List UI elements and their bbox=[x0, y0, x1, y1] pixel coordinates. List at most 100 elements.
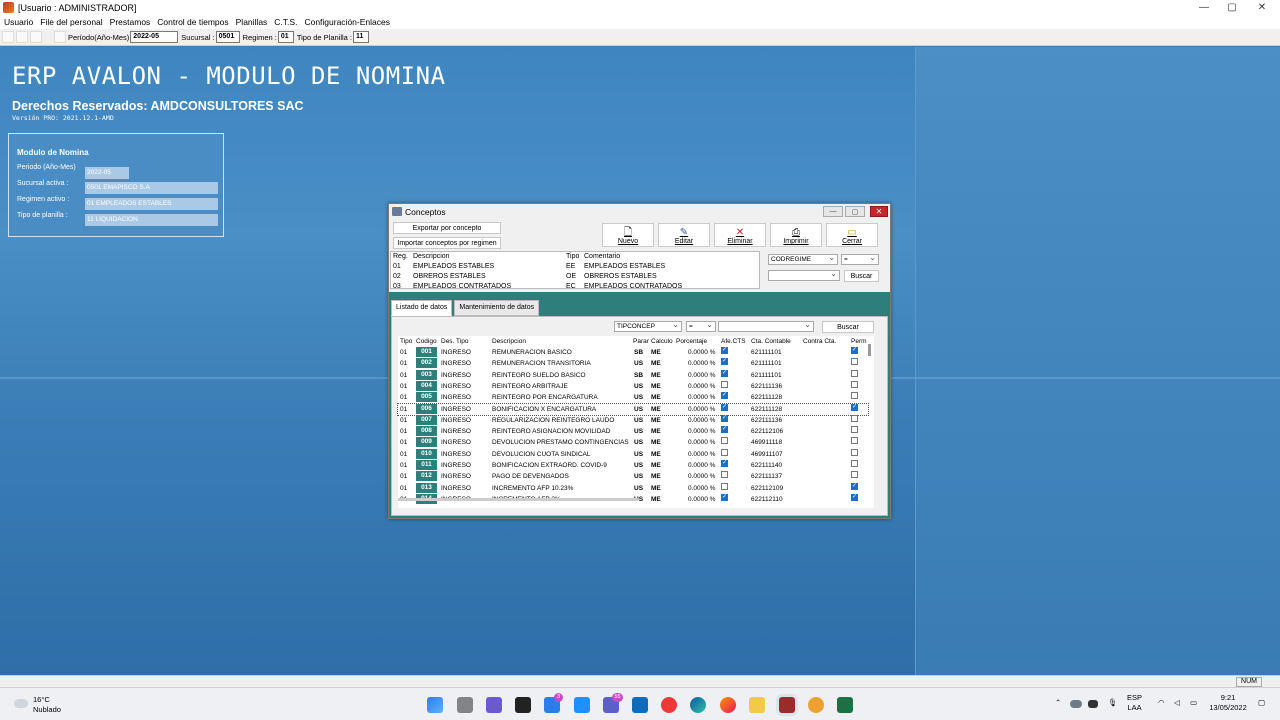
perm-checkbox[interactable] bbox=[851, 358, 858, 366]
table-row[interactable]: 01 010 INGRESO DEVOLUCION CUOTA SINDICAL US M… bbox=[398, 448, 868, 460]
notion-icon[interactable] bbox=[515, 697, 531, 713]
perm-checkbox[interactable] bbox=[851, 380, 858, 388]
microphone-icon[interactable]: 🎙 bbox=[1108, 698, 1118, 708]
chat-icon[interactable] bbox=[486, 697, 502, 713]
afe-cts-checkbox[interactable] bbox=[721, 402, 728, 413]
table-row[interactable]: 01 013 INGRESO INCREMENTO AFP 10.23% US ME 0.0… bbox=[398, 481, 868, 494]
menu-configuracion[interactable]: Configuración-Enlaces bbox=[304, 17, 390, 27]
imprimir-button[interactable]: ⎙ Imprimir bbox=[770, 223, 822, 247]
wifi-icon[interactable]: ◠ bbox=[1158, 698, 1165, 708]
afe-cts-checkbox[interactable] bbox=[721, 356, 728, 367]
afe-cts-checkbox[interactable] bbox=[721, 482, 728, 490]
speaker-icon[interactable]: ◁ bbox=[1174, 698, 1180, 708]
perm-checkbox[interactable] bbox=[851, 345, 858, 356]
concept-filter-input[interactable] bbox=[718, 320, 814, 332]
cerrar-button[interactable]: ▭ Cerrar bbox=[826, 223, 878, 247]
toolbar-button-3[interactable] bbox=[30, 31, 42, 43]
perm-checkbox[interactable] bbox=[851, 426, 858, 434]
table-row[interactable]: 01 004 INGRESO REINTEGRO ARBITRAJE US ME 0.000… bbox=[398, 380, 868, 392]
vertical-scrollbar[interactable] bbox=[868, 344, 871, 356]
menu-control-tiempos[interactable]: Control de tiempos bbox=[157, 17, 228, 27]
afe-cts-checkbox[interactable] bbox=[721, 413, 728, 424]
afe-cts-checkbox[interactable] bbox=[721, 458, 728, 469]
regimen-field[interactable]: 01 bbox=[277, 31, 294, 43]
menu-prestamos[interactable]: Prestamos bbox=[110, 17, 151, 27]
tab-listado[interactable]: Listado de datos bbox=[391, 300, 453, 316]
regimen-search-button[interactable]: Buscar bbox=[844, 270, 879, 282]
app-icon-orange[interactable] bbox=[808, 697, 824, 713]
outlook-icon[interactable] bbox=[632, 697, 648, 713]
perm-checkbox[interactable] bbox=[851, 481, 858, 492]
todo-icon[interactable] bbox=[574, 697, 590, 713]
windows-start-icon[interactable] bbox=[427, 697, 443, 713]
table-row[interactable]: 01 002 INGRESO REMUNERACION TRANSITORIA US ME… bbox=[398, 356, 868, 369]
clock[interactable]: 9:21 13/05/2022 bbox=[1206, 693, 1250, 713]
concept-filter-field-select[interactable]: TIPCONCEP bbox=[614, 320, 682, 332]
eliminar-button[interactable]: ✕ Eliminar bbox=[714, 223, 766, 247]
table-row[interactable]: 01 007 INGRESO REGULARIZACION REINTEGRO LAU… bbox=[398, 413, 868, 426]
regimen-filter-operator-select[interactable]: = bbox=[841, 253, 879, 265]
notifications-icon[interactable]: ▢ bbox=[1258, 698, 1265, 708]
dialog-close-button[interactable]: ✕ bbox=[870, 206, 888, 217]
afe-cts-checkbox[interactable] bbox=[721, 471, 728, 479]
export-by-concept-button[interactable]: Exportar por concepto bbox=[393, 222, 501, 234]
erp-app-icon[interactable] bbox=[779, 697, 795, 713]
table-row[interactable]: 01 012 INGRESO PAGO DE DEVENGADOS US ME 0.0000… bbox=[398, 471, 868, 482]
afe-cts-checkbox[interactable] bbox=[721, 437, 728, 445]
sucursal-field[interactable]: 0501 bbox=[215, 31, 240, 43]
perm-checkbox[interactable] bbox=[851, 392, 858, 400]
edge-icon[interactable] bbox=[690, 697, 706, 713]
maximize-button[interactable]: ▢ bbox=[1218, 0, 1246, 15]
regimen-filter-input[interactable] bbox=[768, 269, 840, 281]
table-row[interactable]: 01 011 INGRESO BONIFICACION EXTRAORD. COVID… bbox=[398, 458, 868, 471]
battery-icon[interactable]: ▭ bbox=[1190, 698, 1197, 708]
onedrive-icon[interactable] bbox=[1070, 700, 1082, 708]
table-row[interactable]: 01 001 INGRESO REMUNERACION BASICO SB ME 0.000… bbox=[398, 345, 868, 358]
regimen-filter-field-select[interactable]: CODREGIME bbox=[768, 253, 838, 265]
table-row[interactable]: 01 008 INGRESO REINTEGRO ASIGNACION MOVILID… bbox=[398, 424, 868, 437]
chevron-up-icon[interactable]: ⌃ bbox=[1055, 698, 1061, 708]
tab-mantenimiento[interactable]: Mantenimiento de datos bbox=[454, 300, 540, 316]
table-row[interactable]: 01 005 INGRESO REINTEGRO POR ENCARGATURA US M… bbox=[398, 390, 868, 403]
concept-filter-operator-select[interactable]: = bbox=[686, 320, 716, 332]
firefox-icon[interactable] bbox=[720, 697, 736, 713]
afe-cts-checkbox[interactable] bbox=[721, 424, 728, 435]
close-button[interactable]: ✕ bbox=[1248, 0, 1276, 15]
vivaldi-icon[interactable] bbox=[661, 697, 677, 713]
concept-search-button[interactable]: Buscar bbox=[822, 321, 874, 333]
perm-checkbox[interactable] bbox=[851, 402, 858, 413]
perm-checkbox[interactable] bbox=[851, 492, 858, 503]
tray-app-icon[interactable] bbox=[1088, 700, 1098, 708]
perm-checkbox[interactable] bbox=[851, 460, 858, 467]
weather-widget[interactable]: 16°C Nublado bbox=[33, 695, 61, 715]
regimen-list[interactable]: Reg. Descripcion Tipo Comentario 01 EMPL… bbox=[390, 251, 760, 290]
editar-button[interactable]: ✎ Editar bbox=[658, 223, 710, 247]
minimize-button[interactable]: — bbox=[1190, 0, 1218, 15]
table-row[interactable]: 01 009 INGRESO DEVOLUCION PRESTAMO CONTINGE… bbox=[398, 437, 868, 448]
afe-cts-checkbox[interactable] bbox=[721, 390, 728, 401]
file-explorer-icon[interactable] bbox=[749, 697, 765, 713]
import-by-regimen-button[interactable]: Importar conceptos por regimen bbox=[393, 237, 501, 249]
menu-cts[interactable]: C.T.S. bbox=[274, 17, 297, 27]
dialog-minimize-button[interactable]: — bbox=[823, 206, 843, 217]
perm-checkbox[interactable] bbox=[851, 414, 858, 422]
nuevo-button[interactable]: 🗋 Nuevo bbox=[602, 223, 654, 247]
menu-file-personal[interactable]: File del personal bbox=[40, 17, 102, 27]
excel-icon[interactable] bbox=[837, 697, 853, 713]
periodo-field[interactable]: 2022-05 bbox=[130, 31, 179, 43]
toolbar-button-4[interactable] bbox=[54, 31, 66, 43]
afe-cts-checkbox[interactable] bbox=[721, 448, 728, 456]
perm-checkbox[interactable] bbox=[851, 471, 858, 479]
language-indicator[interactable]: ESP LAA bbox=[1127, 693, 1142, 713]
afe-cts-checkbox[interactable] bbox=[721, 380, 728, 388]
dialog-maximize-button[interactable]: ▢ bbox=[845, 206, 865, 217]
concepts-grid[interactable]: Tipo Codigo Des. Tipo Descripcion Parar … bbox=[397, 336, 874, 508]
menu-planillas[interactable]: Planillas bbox=[236, 17, 268, 27]
toolbar-button-1[interactable] bbox=[2, 31, 14, 43]
afe-cts-checkbox[interactable] bbox=[721, 368, 728, 379]
afe-cts-checkbox[interactable] bbox=[721, 345, 728, 356]
toolbar-button-2[interactable] bbox=[16, 31, 28, 43]
horizontal-scrollbar[interactable] bbox=[398, 498, 638, 501]
menu-usuario[interactable]: Usuario bbox=[4, 17, 33, 27]
task-view-icon[interactable] bbox=[457, 697, 473, 713]
